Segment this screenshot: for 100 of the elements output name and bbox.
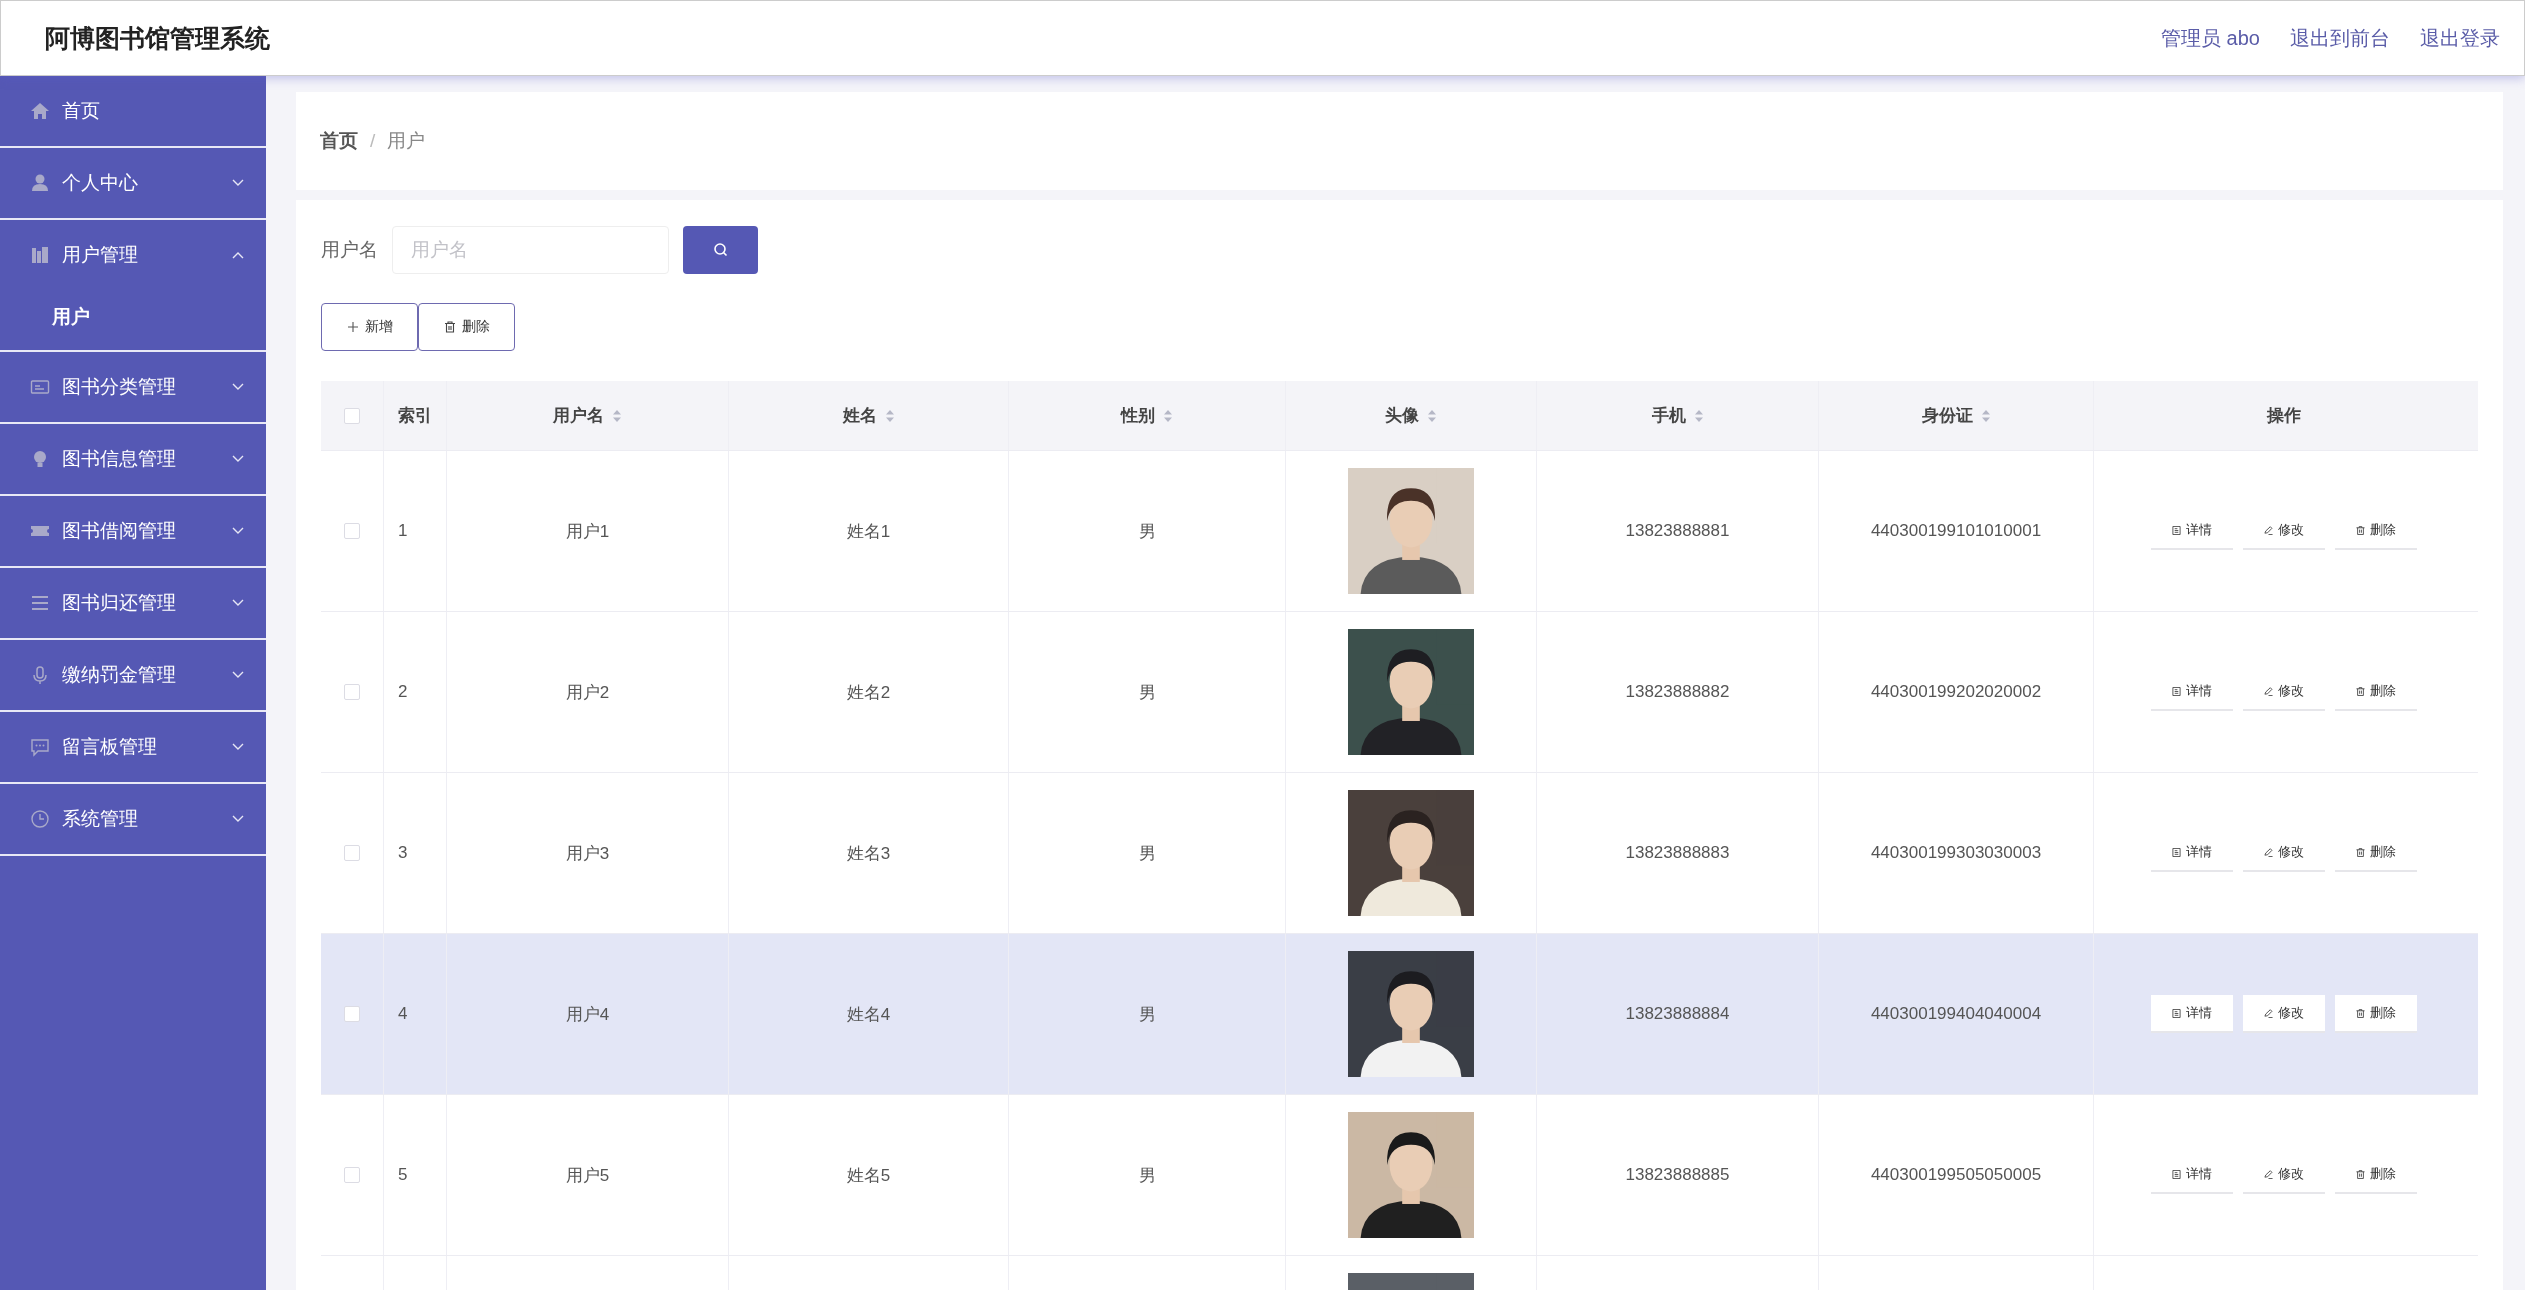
search-field[interactable]: 用户名 bbox=[392, 226, 669, 274]
app-title: 阿博图书馆管理系统 bbox=[45, 22, 270, 54]
menu-item[interactable]: 系统管理 bbox=[0, 784, 266, 854]
table-cell: 13823888881 bbox=[1625, 521, 1730, 541]
card-icon bbox=[30, 377, 50, 397]
table-cell-text: 用户4 bbox=[565, 1003, 610, 1026]
row-checkbox[interactable] bbox=[344, 845, 360, 861]
table-cell: 440300199101010001 bbox=[1870, 521, 2042, 541]
table-cell-text: 姓名4 bbox=[846, 1003, 891, 1026]
edit-button[interactable]: 修改 bbox=[2242, 995, 2325, 1033]
trash-icon bbox=[443, 321, 456, 333]
table-cell: 5 bbox=[398, 1165, 408, 1185]
home-icon bbox=[30, 101, 50, 121]
column-header: 索引 bbox=[384, 381, 447, 450]
header-link[interactable]: 退出到前台 bbox=[2290, 24, 2390, 52]
table-cell-text: 姓名5 bbox=[846, 1164, 891, 1187]
plus-icon bbox=[346, 321, 359, 333]
table-cell-text: 姓名2 bbox=[846, 681, 891, 704]
pencil-icon bbox=[2263, 1008, 2273, 1018]
sort-icon bbox=[1427, 408, 1437, 423]
trash-icon bbox=[2355, 847, 2365, 857]
microphone-icon bbox=[30, 665, 50, 685]
detail-button[interactable]: 详情 bbox=[2150, 995, 2233, 1033]
delete-button[interactable]: 删除 bbox=[418, 303, 515, 351]
table-row[interactable]: 5 用户5 姓名5 男 13823888885 440300199505050005 详情 修改 删除 bbox=[321, 1095, 2478, 1256]
table-row[interactable]: 3 用户3 姓名3 男 13823888883 440300199303030003 详情 修改 删除 bbox=[321, 773, 2478, 934]
menu-item[interactable]: 图书分类管理 bbox=[0, 352, 266, 422]
table-cell: 13823888885 bbox=[1625, 1165, 1730, 1185]
breadcrumb-item: 用户 bbox=[387, 129, 426, 153]
chat-icon bbox=[30, 737, 50, 757]
pencil-icon bbox=[2263, 847, 2273, 857]
bar-chart-icon bbox=[30, 245, 50, 265]
document-icon bbox=[2171, 847, 2181, 857]
search-button[interactable] bbox=[683, 226, 758, 274]
document-icon bbox=[2171, 525, 2181, 535]
table-cell-text: 男 bbox=[1138, 520, 1156, 543]
row-checkbox[interactable] bbox=[344, 684, 360, 700]
trash-icon bbox=[2355, 525, 2365, 535]
row-checkbox[interactable] bbox=[344, 523, 360, 539]
column-header[interactable]: 性别 bbox=[1009, 381, 1286, 450]
menu-item[interactable]: 图书归还管理 bbox=[0, 568, 266, 638]
row-checkbox[interactable] bbox=[344, 1167, 360, 1183]
trash-icon bbox=[2355, 1008, 2365, 1018]
table-cell-text: 用户5 bbox=[565, 1164, 610, 1187]
menu-item[interactable]: 个人中心 bbox=[0, 148, 266, 218]
table-row[interactable]: 4 用户4 姓名4 男 13823888884 440300199404040004 详情 修改 删除 bbox=[321, 934, 2478, 1095]
table-cell: 13823888882 bbox=[1625, 682, 1730, 702]
menu-item[interactable]: 留言板管理 bbox=[0, 712, 266, 782]
table-cell-text: 用户2 bbox=[565, 681, 610, 704]
document-icon bbox=[2171, 686, 2181, 696]
table-cell: 2 bbox=[398, 682, 408, 702]
trash-icon bbox=[2355, 1169, 2365, 1179]
select-all-checkbox[interactable] bbox=[344, 407, 360, 424]
menu-item[interactable]: 图书借阅管理 bbox=[0, 496, 266, 566]
menu-item[interactable]: 缴纳罚金管理 bbox=[0, 640, 266, 710]
trash-icon bbox=[2355, 686, 2365, 696]
table-cell: 3 bbox=[398, 843, 408, 863]
clock-icon bbox=[30, 809, 50, 829]
table-cell: 440300199404040004 bbox=[1870, 1004, 2042, 1024]
header-link[interactable]: 退出登录 bbox=[2420, 24, 2500, 52]
row-checkbox[interactable] bbox=[344, 1006, 360, 1022]
document-icon bbox=[2171, 1008, 2181, 1018]
sort-icon bbox=[612, 408, 622, 423]
table-row[interactable]: 1 用户1 姓名1 男 13823888881 440300199101010001 详情 修改 删除 bbox=[321, 451, 2478, 612]
menu-item[interactable]: 首页 bbox=[0, 76, 266, 146]
table-cell-text: 姓名1 bbox=[846, 520, 891, 543]
table-cell: 13823888884 bbox=[1625, 1004, 1730, 1024]
search-label: 用户名 bbox=[321, 238, 378, 262]
table-cell-text: 男 bbox=[1138, 1003, 1156, 1026]
document-icon bbox=[2171, 1169, 2181, 1179]
table-cell: 440300199303030003 bbox=[1870, 843, 2042, 863]
column-header[interactable]: 身份证 bbox=[1819, 381, 2094, 450]
breadcrumb-separator: / bbox=[370, 130, 376, 152]
table-cell: 440300199505050005 bbox=[1870, 1165, 2042, 1185]
table-cell-text: 用户3 bbox=[565, 842, 610, 865]
column-header[interactable]: 头像 bbox=[1286, 381, 1537, 450]
table-row[interactable]: 2 用户2 姓名2 男 13823888882 440300199202020002 详情 修改 删除 bbox=[321, 612, 2478, 773]
column-header[interactable]: 用户名 bbox=[447, 381, 729, 450]
search-icon bbox=[712, 242, 729, 258]
sort-icon bbox=[1693, 408, 1704, 423]
table-cell: 13823888883 bbox=[1625, 843, 1730, 863]
table-cell: 4 bbox=[398, 1004, 408, 1024]
menu-item[interactable]: 图书信息管理 bbox=[0, 424, 266, 494]
sort-icon bbox=[1980, 408, 1991, 423]
add-button[interactable]: 新增 bbox=[321, 303, 418, 351]
sort-icon bbox=[1163, 408, 1173, 423]
table-cell-text: 男 bbox=[1138, 842, 1156, 865]
pencil-icon bbox=[2263, 686, 2273, 696]
table-cell-text: 姓名3 bbox=[846, 842, 891, 865]
delete-button[interactable]: 删除 bbox=[2334, 995, 2417, 1033]
table-cell-text: 用户1 bbox=[565, 520, 610, 543]
list-icon bbox=[30, 593, 50, 613]
column-header[interactable]: 姓名 bbox=[729, 381, 1009, 450]
breadcrumb-item[interactable]: 首页 bbox=[320, 128, 358, 154]
pencil-icon bbox=[2263, 525, 2273, 535]
table-cell-text: 男 bbox=[1138, 1164, 1156, 1187]
table-cell: 1 bbox=[398, 521, 408, 541]
column-header[interactable]: 手机 bbox=[1537, 381, 1819, 450]
header-link[interactable]: 管理员 abo bbox=[2161, 24, 2260, 52]
table-cell: 440300199202020002 bbox=[1870, 682, 2042, 702]
